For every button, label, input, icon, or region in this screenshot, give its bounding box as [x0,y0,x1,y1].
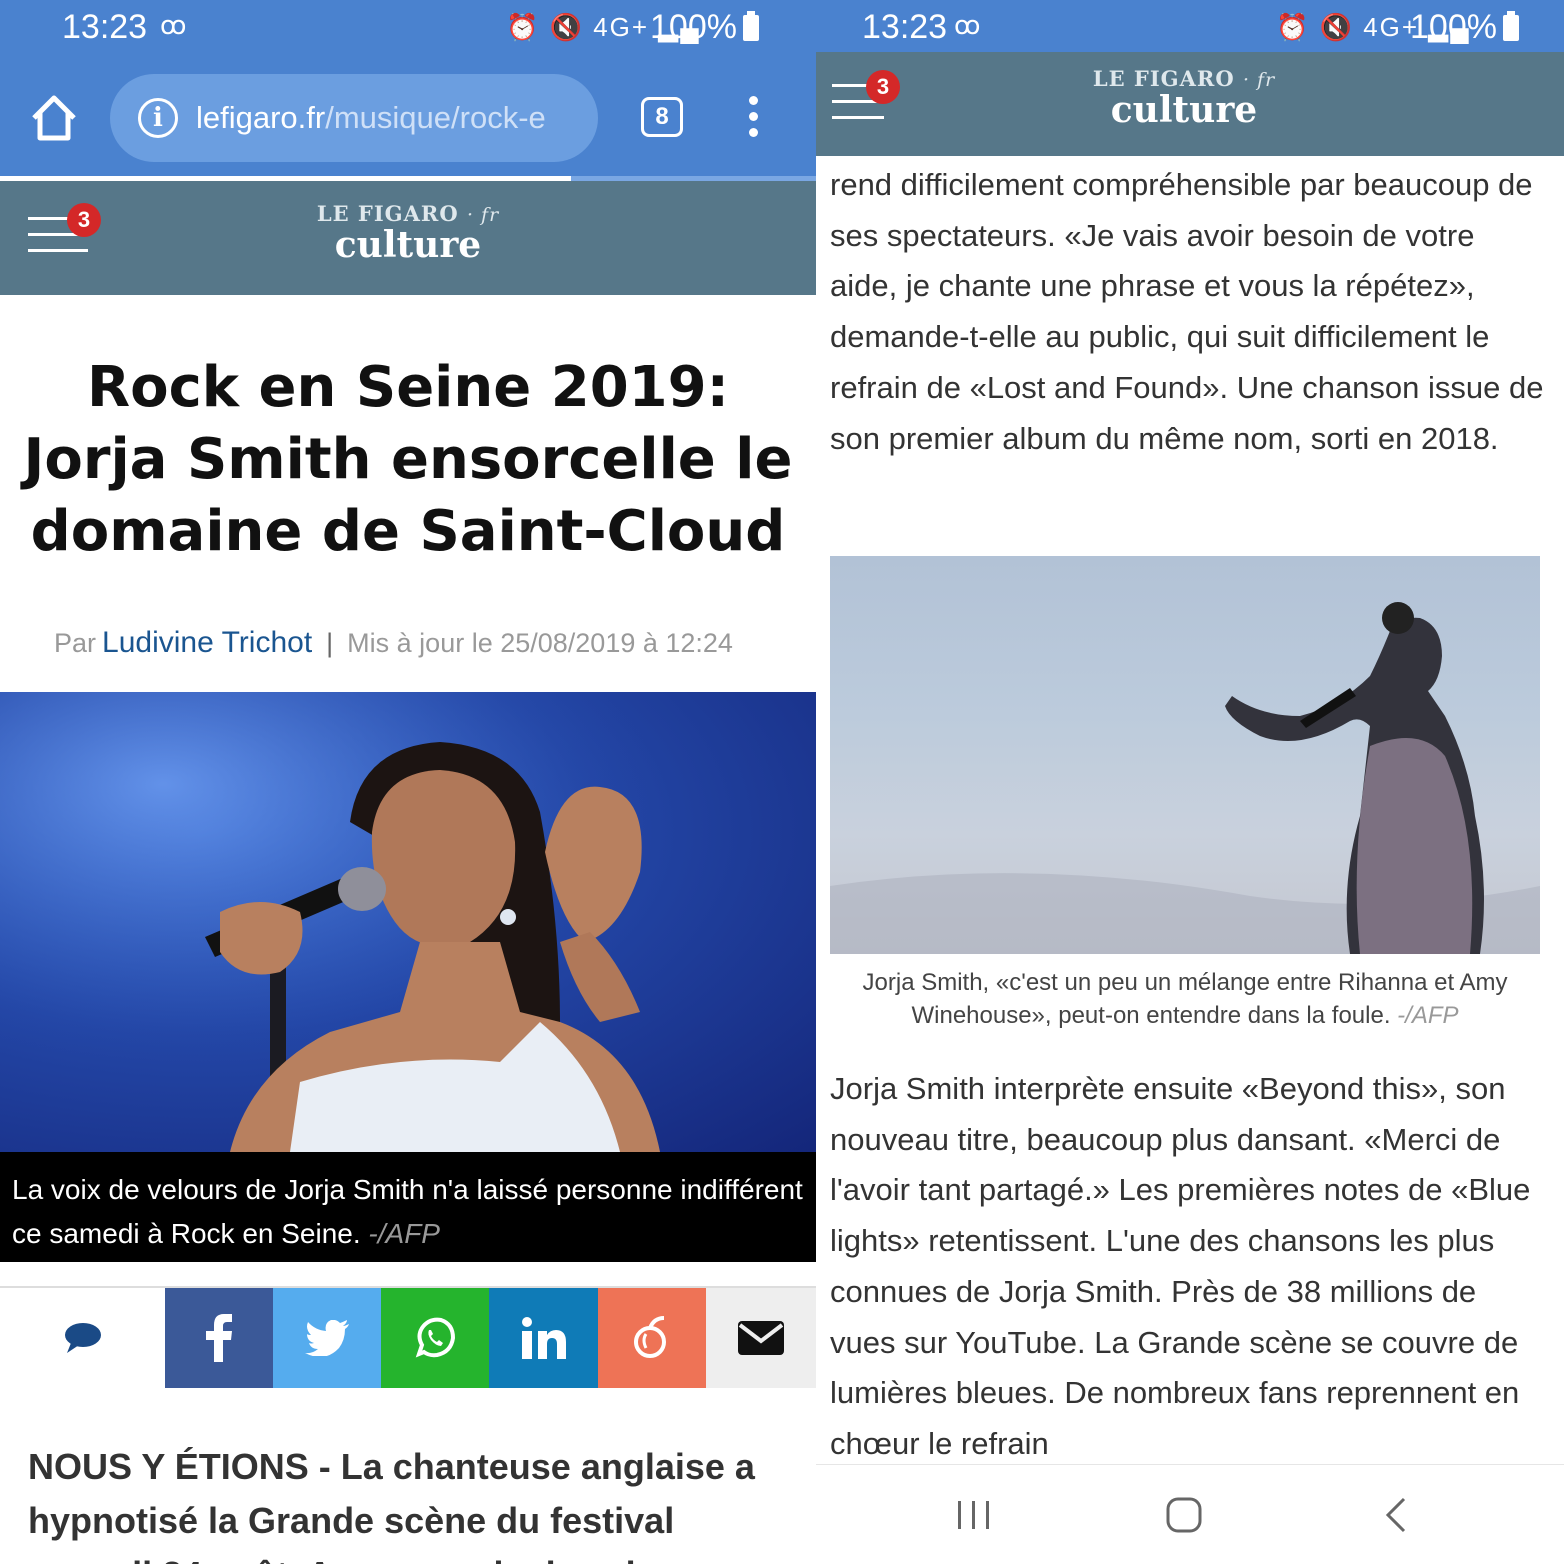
article-paragraph: rend difficilement compréhensible par be… [830,167,1544,456]
hero-photo-caption: La voix de velours de Jorja Smith n'a la… [0,1152,816,1262]
article-title: Rock en Seine 2019: Jorja Smith ensorcel… [23,355,793,564]
share-twitter-button[interactable] [273,1288,381,1388]
photo-credit: -/AFP [368,1218,440,1249]
left-screenshot: 13:23 ꝏ ⏰ 🔇 4G+ ▂▄ 100% i lefigaro.fr/mu… [0,0,816,1564]
share-facebook-button[interactable] [165,1288,273,1388]
article-lead: NOUS Y ÉTIONS - La chanteuse anglaise a … [28,1446,755,1564]
status-bar: 13:23 ꝏ ⏰ 🔇 4G+ ▂▄ 100% [0,0,816,56]
voicemail-icon: ꝏ [160,10,187,40]
twitter-icon [305,1320,349,1356]
facebook-icon [206,1314,232,1362]
url-text[interactable]: lefigaro.fr/musique/rock-e [196,98,586,138]
share-flipboard-button[interactable] [598,1288,706,1388]
address-bar[interactable]: i lefigaro.fr/musique/rock-e [110,74,598,162]
back-icon[interactable] [1378,1495,1418,1535]
browser-toolbar: i lefigaro.fr/musique/rock-e 8 [0,56,816,180]
status-bar: 13:23 ꝏ ⏰ 🔇 4G+ ▂▄ 100% [816,0,1564,52]
comment-icon [64,1323,101,1353]
flipboard-icon [634,1316,666,1358]
article-paragraph: Jorja Smith interprète ensuite «Beyond t… [830,1071,1531,1461]
battery-icon [1502,11,1519,41]
notification-badge: 3 [67,203,101,237]
home-icon[interactable] [28,92,80,144]
home-nav-icon[interactable] [1164,1495,1204,1535]
recent-apps-icon[interactable] [954,1495,994,1535]
updated-date: Mis à jour le 25/08/2019 à 12:24 [347,628,733,658]
clock: 13:23 [862,8,948,46]
overflow-menu-icon[interactable] [738,96,768,142]
inline-photo-caption: Jorja Smith, «c'est un peu un mélange en… [862,969,1508,1029]
battery-level: 100% [1410,8,1519,47]
linkedin-icon [521,1317,566,1359]
author-link[interactable]: Ludivine Trichot [102,626,312,659]
singer-silhouette-illustration [830,602,1540,954]
byline-separator: | [326,628,334,658]
email-icon [738,1321,784,1355]
battery-level: 100% [650,8,759,47]
site-header: 3 LE FIGARO · fr culture [816,52,1564,156]
tab-switcher-button[interactable]: 8 [641,97,683,137]
clock: 13:23 [62,8,148,46]
byline: Par Ludivine Trichot | Mis à jour le 25/08/… [54,626,794,660]
site-header: 3 LE FIGARO · fr culture [0,181,816,295]
whatsapp-icon [415,1317,456,1358]
byline-prefix: Par [54,628,97,658]
article-inline-photo[interactable] [830,556,1540,954]
share-linkedin-button[interactable] [489,1288,598,1388]
site-logo[interactable]: LE FIGARO · fr culture [258,201,558,264]
notification-badge: 3 [866,70,900,104]
voicemail-icon: ꝏ [954,10,981,40]
battery-icon [742,11,759,41]
site-logo[interactable]: LE FIGARO · fr culture [1034,66,1334,129]
right-screenshot: 13:23 ꝏ ⏰ 🔇 4G+ ▂▄ 100% 3 LE FIGARO · fr… [816,0,1564,1564]
share-whatsapp-button[interactable] [381,1288,489,1388]
photo-credit: -/AFP [1397,1002,1459,1029]
share-email-button[interactable] [706,1288,816,1388]
android-navigation-bar [816,1464,1564,1564]
article-hero-photo[interactable] [0,692,816,1152]
singer-illustration [0,692,816,1152]
share-bar [0,1286,816,1388]
info-icon[interactable]: i [138,98,178,138]
comment-button[interactable] [0,1288,165,1388]
